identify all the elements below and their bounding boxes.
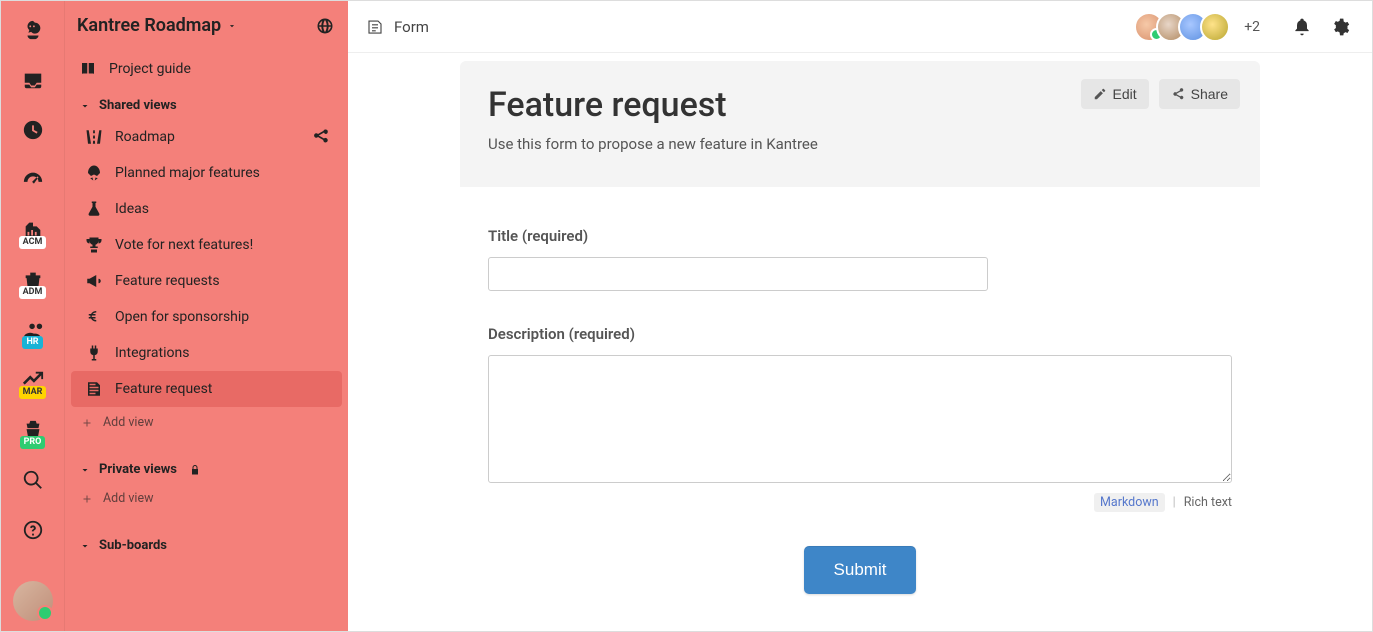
- form-subtitle: Use this form to propose a new feature i…: [488, 135, 1232, 153]
- rail-inbox[interactable]: [9, 57, 57, 103]
- edit-button[interactable]: Edit: [1081, 79, 1149, 109]
- view-vote[interactable]: Vote for next features!: [71, 227, 342, 263]
- form-header: Edit Share Feature request Use this form…: [460, 61, 1260, 187]
- pencil-icon: [1093, 87, 1107, 101]
- section-private-label: Private views: [99, 462, 177, 477]
- markdown-toggle[interactable]: Markdown: [1094, 493, 1165, 512]
- view-label: Feature requests: [115, 273, 220, 289]
- caret-down-icon: [227, 21, 237, 31]
- share-button-label: Share: [1191, 86, 1228, 102]
- description-field-label: Description (required): [488, 325, 1232, 343]
- project-sidebar: Kantree Roadmap Project guide Shared vie…: [65, 1, 348, 631]
- rail-badge-mar: MAR: [19, 386, 47, 399]
- plus-icon: [81, 493, 93, 505]
- view-integrations[interactable]: Integrations: [71, 335, 342, 371]
- view-sponsorship[interactable]: Open for sponsorship: [71, 299, 342, 335]
- trophy-icon: [85, 236, 103, 254]
- road-icon: [85, 128, 103, 146]
- rail-workspace-adm[interactable]: ADM: [9, 257, 57, 303]
- edit-button-label: Edit: [1113, 86, 1137, 102]
- rail-workspace-hr[interactable]: HR: [9, 307, 57, 353]
- plug-icon: [85, 344, 103, 362]
- rail-dashboard[interactable]: [9, 157, 57, 203]
- avatar-overflow-count[interactable]: +2: [1244, 19, 1260, 35]
- rail-badge-hr: HR: [22, 336, 42, 349]
- section-private-views[interactable]: Private views: [65, 452, 348, 483]
- avatar[interactable]: [1200, 12, 1230, 42]
- add-view-label: Add view: [103, 491, 153, 506]
- project-guide-label: Project guide: [109, 61, 191, 77]
- rail-workspace-pro[interactable]: PRO: [9, 407, 57, 453]
- share-button[interactable]: Share: [1159, 79, 1240, 109]
- view-ideas[interactable]: Ideas: [71, 191, 342, 227]
- view-label: Roadmap: [115, 129, 175, 145]
- view-label: Planned major features: [115, 165, 260, 181]
- form-icon: [366, 18, 384, 36]
- project-title-dropdown[interactable]: Kantree Roadmap: [77, 15, 237, 36]
- content-scroll[interactable]: Edit Share Feature request Use this form…: [348, 53, 1372, 631]
- form-card: Edit Share Feature request Use this form…: [460, 61, 1260, 614]
- rail-badge-pro: PRO: [20, 436, 46, 449]
- chevron-down-icon: [79, 464, 91, 476]
- topbar: Form +2: [348, 1, 1372, 53]
- plus-icon: [81, 417, 93, 429]
- project-guide-link[interactable]: Project guide: [65, 50, 348, 88]
- add-private-view[interactable]: Add view: [65, 483, 348, 514]
- section-shared-label: Shared views: [99, 98, 177, 113]
- topbar-title: Form: [394, 18, 429, 36]
- view-roadmap[interactable]: Roadmap: [71, 119, 342, 155]
- book-icon: [79, 60, 97, 78]
- rail-workspace-acm[interactable]: ACM: [9, 207, 57, 253]
- share-icon: [1171, 87, 1185, 101]
- brand-logo[interactable]: [9, 7, 57, 53]
- add-shared-view[interactable]: Add view: [65, 407, 348, 438]
- view-feature-requests[interactable]: Feature requests: [71, 263, 342, 299]
- section-shared-views[interactable]: Shared views: [65, 88, 348, 119]
- app-root: ACM ADM HR MAR PRO Kantree Ro: [0, 0, 1373, 632]
- view-label: Ideas: [115, 201, 149, 217]
- view-label: Integrations: [115, 345, 189, 361]
- project-title-label: Kantree Roadmap: [77, 15, 221, 36]
- workspace-rail: ACM ADM HR MAR PRO: [1, 1, 65, 631]
- richtext-toggle[interactable]: Rich text: [1184, 495, 1232, 510]
- view-planned-major[interactable]: Planned major features: [71, 155, 342, 191]
- visibility-globe-icon[interactable]: [316, 17, 334, 35]
- format-separator: |: [1173, 495, 1176, 510]
- member-avatars[interactable]: [1134, 12, 1230, 42]
- chevron-down-icon: [79, 540, 91, 552]
- view-label: Feature request: [115, 381, 212, 397]
- rail-user-avatar[interactable]: [13, 581, 53, 621]
- share-icon: [312, 128, 330, 146]
- title-field-label: Title (required): [488, 227, 1232, 245]
- title-input[interactable]: [488, 257, 988, 291]
- rail-badge-acm: ACM: [19, 236, 47, 249]
- rail-search[interactable]: [9, 457, 57, 503]
- bullhorn-icon: [85, 272, 103, 290]
- rocket-icon: [85, 164, 103, 182]
- form-body: Title (required) Description (required) …: [460, 187, 1260, 614]
- rail-workspace-mar[interactable]: MAR: [9, 357, 57, 403]
- rail-help[interactable]: [9, 507, 57, 553]
- flask-icon: [85, 200, 103, 218]
- view-feature-request-form[interactable]: Feature request: [71, 371, 342, 407]
- view-label: Vote for next features!: [115, 237, 253, 253]
- chevron-down-icon: [79, 100, 91, 112]
- section-subboards-label: Sub-boards: [99, 538, 167, 553]
- section-subboards[interactable]: Sub-boards: [65, 528, 348, 559]
- rail-badge-adm: ADM: [19, 286, 47, 299]
- submit-button[interactable]: Submit: [804, 546, 917, 594]
- view-label: Open for sponsorship: [115, 309, 249, 325]
- settings-gear-icon[interactable]: [1330, 17, 1350, 37]
- rail-recent[interactable]: [9, 107, 57, 153]
- form-icon: [85, 380, 103, 398]
- add-view-label: Add view: [103, 415, 153, 430]
- lock-icon: [189, 464, 201, 476]
- notifications-bell-icon[interactable]: [1292, 17, 1312, 37]
- description-textarea[interactable]: [488, 355, 1232, 483]
- main-area: Form +2: [348, 1, 1372, 631]
- euro-icon: [85, 308, 103, 326]
